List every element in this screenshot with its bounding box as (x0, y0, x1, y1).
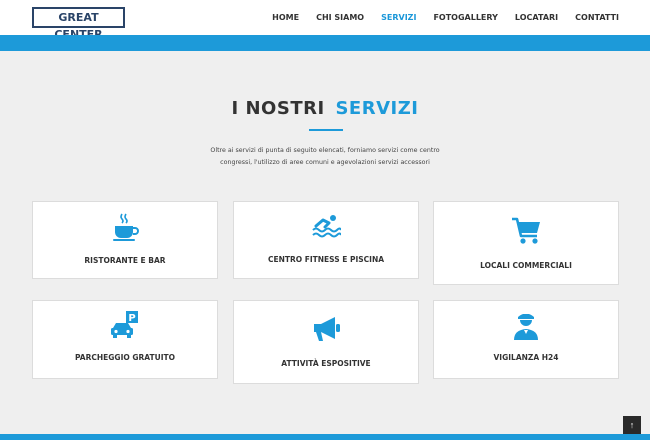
service-card-ristorante[interactable]: RISTORANTE E BAR (32, 201, 218, 279)
svg-text:P: P (128, 313, 135, 324)
nav-locatari[interactable]: LOCATARI (515, 13, 558, 22)
parking-car-icon: P (33, 310, 217, 345)
service-label: PARCHEGGIO GRATUITO (74, 353, 176, 362)
nav-chi-siamo[interactable]: CHI SIAMO (316, 13, 364, 22)
nav-home[interactable]: HOME (272, 13, 299, 22)
nav-contatti[interactable]: CONTATTI (575, 13, 619, 22)
shopping-cart-icon (434, 216, 618, 251)
service-label: VIGILANZA H24 (493, 353, 559, 362)
service-card-attivita[interactable]: ATTIVITÀ ESPOSITIVE (233, 300, 419, 384)
site-logo[interactable]: GREAT CENTER (32, 7, 125, 41)
service-label: CENTRO FITNESS E PISCINA (267, 255, 385, 264)
footer-accent-band (0, 434, 650, 440)
header-accent-band (0, 35, 650, 51)
service-card-vigilanza[interactable]: VIGILANZA H24 (433, 300, 619, 379)
service-card-fitness[interactable]: CENTRO FITNESS E PISCINA (233, 201, 419, 279)
service-label: RISTORANTE E BAR (84, 256, 166, 265)
nav-fotogallery[interactable]: FOTOGALLERY (433, 13, 497, 22)
section-title-accent: SERVIZI (335, 98, 419, 119)
coffee-cup-icon (33, 212, 217, 247)
intro-line-2: congressi, l'utilizzo di aree comuni e a… (220, 159, 430, 166)
service-label: LOCALI COMMERCIALI (480, 261, 572, 270)
service-label: ATTIVITÀ ESPOSITIVE (281, 359, 371, 368)
megaphone-icon (234, 314, 418, 349)
section-title-main: I NOSTRI (231, 98, 325, 119)
service-card-locali[interactable]: LOCALI COMMERCIALI (433, 201, 619, 285)
nav-servizi[interactable]: SERVIZI (381, 13, 416, 22)
section-title: I NOSTRI SERVIZI (0, 98, 650, 119)
title-underline (309, 129, 343, 131)
scroll-to-top-button[interactable]: ↑ (623, 416, 641, 435)
swimmer-icon (234, 212, 418, 243)
security-guard-icon (434, 309, 618, 346)
top-navbar: GREAT CENTER HOME CHI SIAMO SERVIZI FOTO… (0, 0, 650, 41)
service-card-parcheggio[interactable]: P PARCHEGGIO GRATUITO (32, 300, 218, 379)
intro-line-1: Oltre ai servizi di punta di seguito ele… (210, 147, 440, 154)
main-nav: HOME CHI SIAMO SERVIZI FOTOGALLERY LOCAT… (255, 0, 619, 35)
section-intro: Oltre ai servizi di punta di seguito ele… (185, 145, 465, 169)
